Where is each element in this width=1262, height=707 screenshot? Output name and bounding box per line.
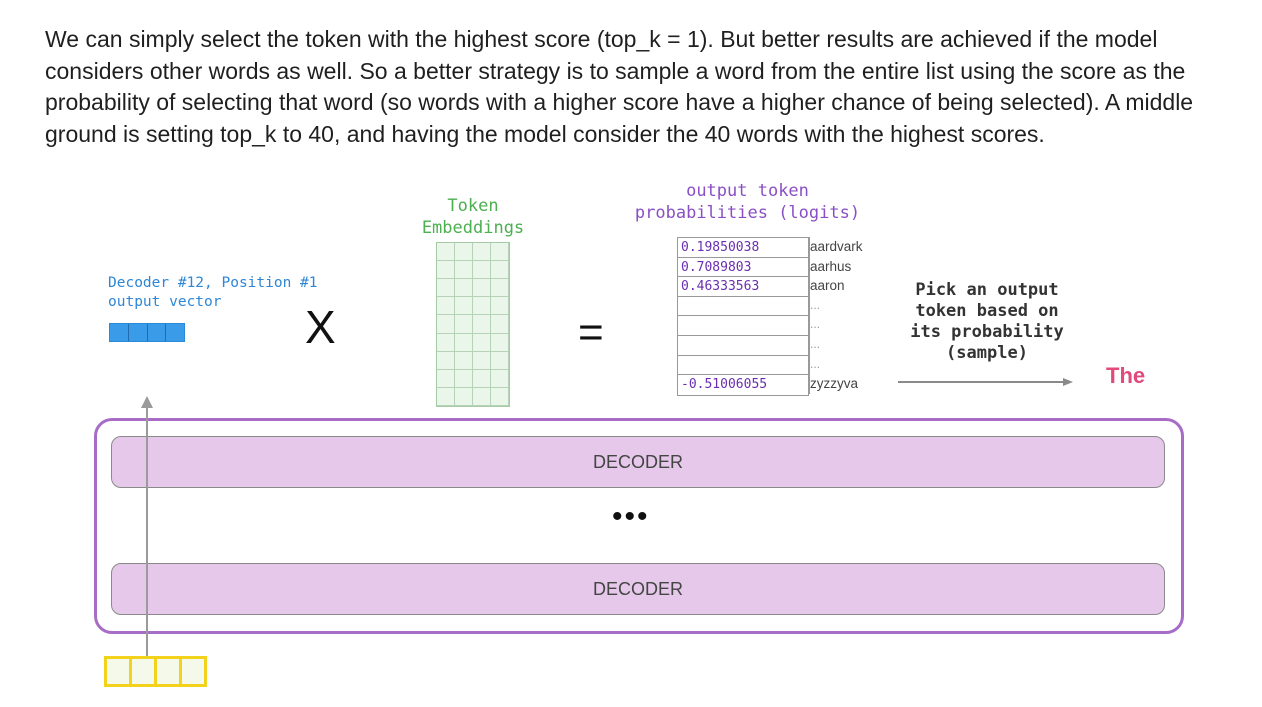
embedding-cell	[437, 351, 455, 370]
embedding-cell	[473, 387, 491, 406]
embedding-cell	[437, 297, 455, 316]
decoder-output-vector	[109, 323, 185, 342]
logit-value	[678, 316, 808, 336]
embedding-cell	[455, 315, 473, 334]
logit-value: -0.51006055	[681, 377, 768, 393]
vocab-word-ellipsis: ...	[809, 334, 879, 355]
sampling-label: Pick an output token based on its probab…	[897, 280, 1077, 364]
multiply-operator: X	[305, 301, 336, 353]
embedding-cell	[491, 279, 509, 298]
logit-value	[678, 297, 808, 317]
decoder-output-vector-label-line1: Decoder #12, Position #1	[108, 275, 318, 291]
embedding-cell	[437, 279, 455, 298]
embedding-cell	[455, 279, 473, 298]
embedding-cell	[455, 333, 473, 352]
decoder-block-bottom: DECODER	[111, 563, 1165, 615]
vector-cell	[128, 324, 148, 341]
embedding-cell	[437, 387, 455, 406]
embedding-cell	[491, 261, 509, 280]
vocab-word-ellipsis: ...	[809, 354, 879, 375]
logits-label: output token probabilities (logits)	[620, 180, 875, 224]
logits-label-line2: probabilities (logits)	[634, 203, 861, 223]
vector-cell	[147, 324, 167, 341]
token-embeddings-matrix	[436, 242, 510, 407]
embedding-cell	[491, 315, 509, 334]
output-token: The	[1106, 363, 1146, 388]
logit-value	[678, 356, 808, 376]
embedding-cell	[473, 351, 491, 370]
decoder-output-vector-label-line2: output vector	[108, 294, 222, 310]
token-embeddings-label-line2: Embeddings	[421, 218, 525, 238]
vocab-word: aaron	[809, 276, 879, 296]
embedding-cell	[455, 261, 473, 280]
embedding-cell	[491, 387, 509, 406]
sampling-label-line4: (sample)	[946, 343, 1028, 363]
token-embeddings-label: Token Embeddings	[412, 195, 534, 239]
decoder-block-top: DECODER	[111, 436, 1165, 488]
logits-column: 0.19850038 0.7089803 0.46333563 -0.51006…	[677, 237, 809, 396]
sampling-label-line3: its probability	[910, 322, 1064, 342]
vector-cell	[107, 659, 132, 684]
arrow-up-icon	[141, 396, 153, 656]
decoder-ellipsis: •••	[612, 500, 650, 533]
intro-paragraph: We can simply select the token with the …	[45, 26, 1194, 147]
vocab-word: zyzzyva	[809, 374, 879, 394]
embedding-cell	[437, 261, 455, 280]
vector-cell	[157, 659, 182, 684]
embedding-cell	[473, 261, 491, 280]
logit-value: 0.46333563	[678, 277, 808, 297]
token-embeddings-label-line1: Token	[447, 196, 499, 216]
embedding-cell	[455, 351, 473, 370]
embedding-cell	[437, 369, 455, 388]
vocab-word: aarhus	[809, 256, 879, 277]
embedding-cell	[491, 297, 509, 316]
embedding-cell	[437, 315, 455, 334]
embedding-cell	[437, 333, 455, 352]
arrow-right-icon	[898, 378, 1073, 386]
embedding-cell	[455, 369, 473, 388]
embedding-cell	[473, 369, 491, 388]
input-vector	[104, 656, 207, 687]
vector-cell	[110, 324, 129, 341]
embedding-cell	[473, 333, 491, 352]
embedding-cell	[491, 351, 509, 370]
vocab-word: aardvark	[809, 237, 879, 257]
vector-cell	[182, 659, 204, 684]
sampling-label-line2: token based on	[915, 301, 1059, 321]
embedding-cell	[491, 333, 509, 352]
vector-cell	[166, 324, 184, 341]
vocab-word-ellipsis: ...	[809, 295, 879, 316]
embedding-cell	[455, 243, 473, 262]
embedding-cell	[473, 243, 491, 262]
embedding-cell	[491, 369, 509, 388]
embedding-cell	[491, 243, 509, 262]
logit-value	[678, 336, 808, 356]
logit-value: 0.19850038	[678, 238, 808, 258]
logits-label-line1: output token	[686, 181, 809, 201]
sampling-label-line1: Pick an output	[915, 280, 1059, 300]
embedding-cell	[455, 387, 473, 406]
equals-operator: =	[578, 308, 604, 357]
logit-value: 0.7089803	[678, 258, 808, 278]
embedding-cell	[437, 243, 455, 262]
embedding-cell	[455, 297, 473, 316]
vocabulary-words: aardvark aarhus aaron ... ... ... ... zy…	[809, 237, 879, 394]
embedding-cell	[473, 297, 491, 316]
embedding-cell	[473, 315, 491, 334]
vocab-word-ellipsis: ...	[809, 315, 879, 335]
vector-cell	[132, 659, 157, 684]
embedding-cell	[473, 279, 491, 298]
decoder-output-vector-label: Decoder #12, Position #1 output vector	[108, 274, 318, 312]
